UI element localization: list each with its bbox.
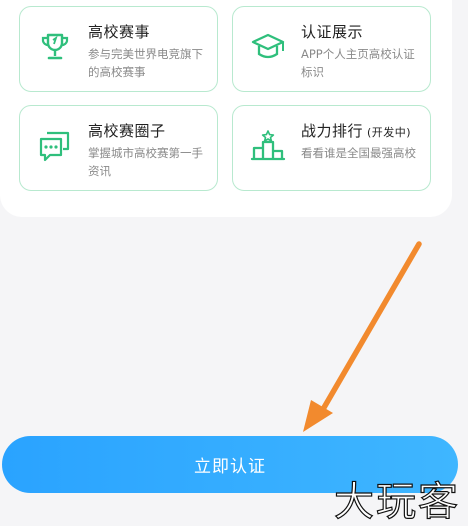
feature-title: 高校赛事 xyxy=(88,23,151,41)
feature-card-power-ranking[interactable]: 战力排行 (开发中) 看看谁是全国最强高校 xyxy=(232,105,431,191)
watermark-logo: 大玩客 xyxy=(333,479,460,525)
trophy-icon xyxy=(41,33,69,60)
feature-tag: (开发中) xyxy=(367,126,412,139)
graduation-cap-icon xyxy=(251,33,285,59)
feature-title: 认证展示 xyxy=(301,23,364,41)
feature-title: 战力排行 (开发中) xyxy=(301,122,412,140)
feature-card-college-events[interactable]: 高校赛事 参与完美世界电竞旗下的高校赛事 xyxy=(19,6,218,92)
feature-card-college-circle[interactable]: 高校赛圈子 掌握城市高校赛第一手资讯 xyxy=(19,105,218,191)
feature-description: 参与完美世界电竞旗下的高校赛事 xyxy=(88,47,203,79)
chat-bubble-icon xyxy=(39,131,70,162)
feature-description: 看看谁是全国最强高校 xyxy=(301,146,416,160)
podium-icon xyxy=(250,130,286,161)
feature-description: 掌握城市高校赛第一手资讯 xyxy=(88,146,203,178)
screen: 高校赛事 参与完美世界电竞旗下的高校赛事 认证展示 APP个人主页高校认证标识 … xyxy=(0,0,468,526)
feature-description: APP个人主页高校认证标识 xyxy=(301,47,415,79)
feature-title: 高校赛圈子 xyxy=(88,122,166,140)
feature-card-certification-display[interactable]: 认证展示 APP个人主页高校认证标识 xyxy=(232,6,431,92)
